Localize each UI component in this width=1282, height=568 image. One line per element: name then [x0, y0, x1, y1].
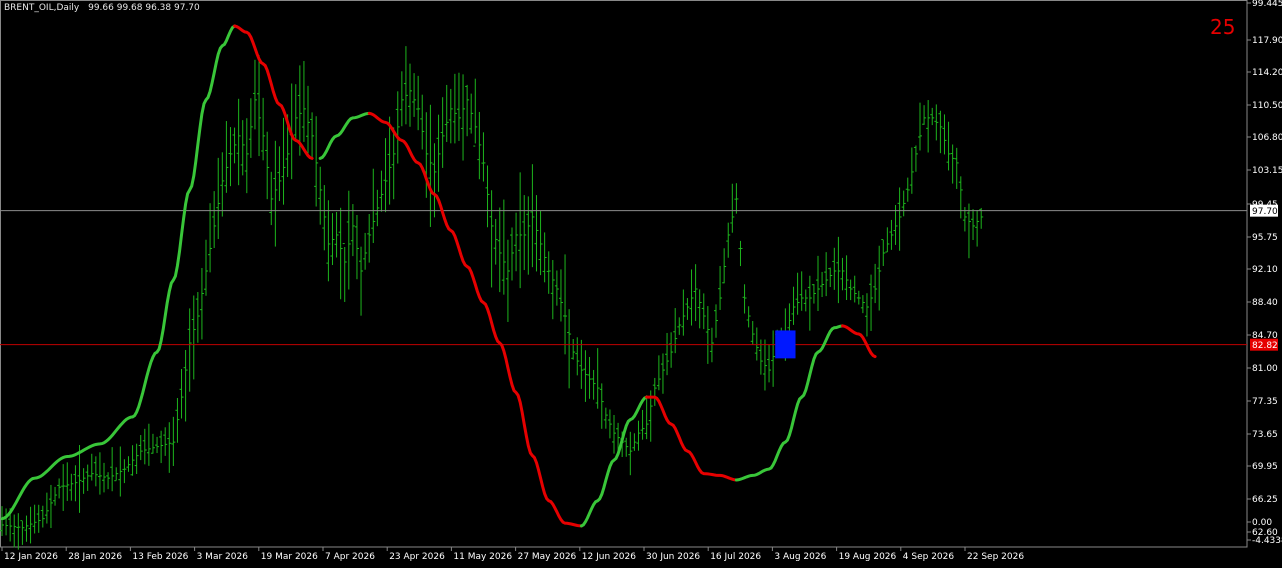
date-axis-label: 12 Jan 2026	[4, 552, 58, 562]
date-axis-label: 11 May 2026	[453, 552, 512, 562]
date-axis-label: 27 May 2026	[518, 552, 577, 562]
price-axis-label: 114.20	[1252, 68, 1282, 78]
price-chart-canvas[interactable]: 99.4454 117.90 114.20 110.50 106.80 103.15 99.…	[0, 0, 1282, 564]
current-price-tag: 97.70	[1252, 207, 1278, 217]
date-axis-label: 12 Jun 2026	[582, 552, 636, 562]
signal-marker	[775, 330, 796, 359]
trend-down-segment	[367, 111, 583, 528]
date-axis-label: 13 Feb 2026	[132, 552, 188, 562]
chart-header: BRENT_OIL,Daily 99.66 99.68 96.38 97.70	[4, 3, 206, 13]
date-axis-label: 19 Mar 2026	[261, 552, 318, 562]
price-axis-label: 110.50	[1252, 101, 1282, 111]
date-axis-label: 30 Jun 2026	[646, 552, 700, 562]
date-axis-label: 3 Mar 2026	[197, 552, 249, 562]
date-axis-label: 28 Jan 2026	[68, 552, 122, 562]
price-axis-label: 81.00	[1252, 364, 1278, 374]
level-tag: 82.82	[1252, 341, 1278, 351]
price-axis-label: -4.4338	[1252, 536, 1282, 546]
date-axis-label: 23 Apr 2026	[389, 552, 445, 562]
price-axis-label: 95.75	[1252, 233, 1278, 243]
date-axis-label: 7 Apr 2026	[325, 552, 375, 562]
date-axis-label: 16 Jul 2026	[710, 552, 761, 562]
trend-down-segment	[233, 24, 314, 160]
price-axis-label: 66.25	[1252, 495, 1278, 505]
price-axis-label: 92.10	[1252, 265, 1278, 275]
trend-down-segment	[841, 324, 877, 359]
indicator-value: 25	[1210, 15, 1236, 39]
date-axis-label: 4 Sep 2026	[903, 552, 955, 562]
price-axis-label: 103.15	[1252, 166, 1282, 176]
price-axis-label: 117.90	[1252, 36, 1282, 46]
price-axis-label: 88.40	[1252, 298, 1278, 308]
chart-area[interactable]: 99.4454 117.90 114.20 110.50 106.80 103.15 99.…	[0, 0, 1282, 564]
trend-down-segment	[645, 395, 738, 482]
price-axis-label: 77.35	[1252, 397, 1278, 407]
date-axis-label: 19 Aug 2026	[839, 552, 897, 562]
price-axis-label: 69.95	[1252, 462, 1278, 472]
price-axis-label: 0.00	[1252, 518, 1272, 528]
price-axis-label: 99.4454	[1252, 0, 1282, 9]
price-axis-label: 73.65	[1252, 430, 1278, 440]
trend-up-segment	[0, 24, 237, 521]
trend-up-segment	[318, 111, 371, 160]
date-axis-label: 3 Aug 2026	[774, 552, 826, 562]
symbol-label: BRENT_OIL,Daily	[4, 3, 80, 13]
date-axis-label: 22 Sep 2026	[967, 552, 1024, 562]
ohlc-readout: 99.66 99.68 96.38 97.70	[88, 3, 200, 13]
plot-frame	[0, 0, 1248, 548]
price-axis-label: 106.80	[1252, 133, 1282, 143]
